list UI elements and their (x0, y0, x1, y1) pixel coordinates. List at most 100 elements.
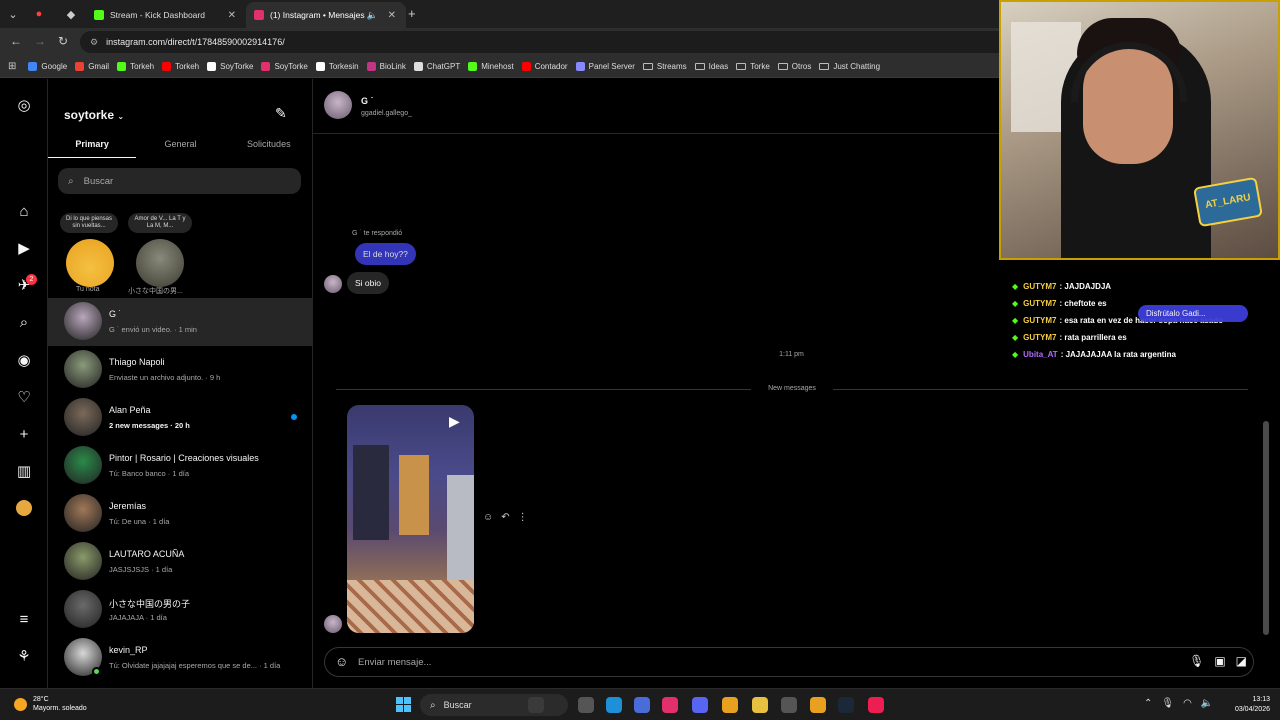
tab-search-icon[interactable]: ⌄ (4, 5, 22, 23)
bookmark-item[interactable]: Torkeh (162, 62, 199, 71)
tab-kick-dashboard[interactable]: Stream - Kick Dashboard ✕ (86, 2, 246, 28)
bookmark-item[interactable]: Minehost (468, 62, 514, 71)
menu-icon[interactable]: ≡ (14, 609, 34, 629)
received-message[interactable]: Si obio (347, 272, 389, 294)
compose-icon[interactable]: ✎ (275, 105, 287, 122)
react-icon[interactable]: ☺ (483, 512, 493, 523)
conversation-name: Thiago Napoli (109, 357, 165, 367)
search-icon[interactable]: ⌕ (14, 312, 34, 332)
store-icon[interactable] (634, 697, 650, 713)
sticker-icon[interactable]: ◪ (1236, 654, 1247, 668)
tab-instagram[interactable]: (1) Instagram • Mensajes 🔈 ✕ (246, 2, 406, 28)
emoji-icon[interactable]: ☺ (335, 654, 348, 669)
wifi-icon[interactable]: ◠ (1183, 698, 1192, 709)
address-bar[interactable]: ⚙ instagram.com/direct/t/178485900029141… (80, 31, 1020, 53)
reload-icon[interactable]: ↻ (58, 34, 68, 48)
clock[interactable]: 13:13 03/04/2026 (1226, 695, 1270, 715)
create-icon[interactable]: + (14, 424, 34, 444)
conversation-item[interactable]: Jeremías Tú: De una · 1 día (48, 490, 312, 538)
scrollbar[interactable] (1263, 421, 1269, 635)
reply-icon[interactable]: ↶ (501, 512, 509, 523)
extension-icon[interactable]: ◆ (62, 5, 80, 23)
kick-favicon-icon (94, 10, 104, 20)
instagram-icon[interactable] (662, 697, 678, 713)
explore-icon[interactable]: ◉ (14, 350, 34, 370)
video-message[interactable]: ▶ (347, 405, 474, 633)
image-icon[interactable]: ▣ (1214, 654, 1225, 668)
tab-primary[interactable]: Primary (48, 136, 137, 158)
tiktok-icon[interactable] (868, 697, 884, 713)
conversation-item[interactable]: kevin_RP Tú: Olvidate jajajajaj esperemos… (48, 634, 312, 682)
conversation-item[interactable]: Pintor | Rosario | Creaciones visuales Tú… (48, 442, 312, 490)
heart-icon[interactable]: ♡ (14, 387, 34, 407)
search-input[interactable]: ⌕ Buscar (58, 168, 301, 194)
bookmark-item[interactable]: Otros (777, 62, 811, 71)
bookmark-item[interactable]: Just Chatting (819, 62, 880, 71)
start-button[interactable] (396, 697, 411, 712)
threads-icon[interactable]: ⚘ (14, 646, 34, 666)
speaker-icon[interactable]: 🔈 (367, 10, 378, 21)
file-explorer-icon[interactable] (528, 697, 544, 713)
home-icon[interactable]: ⌂ (14, 201, 34, 221)
apps-grid-icon[interactable]: ⊞ (8, 61, 16, 72)
chevron-up-icon[interactable]: ⌃ (1144, 698, 1152, 709)
instagram-logo-icon[interactable]: ◎ (14, 95, 34, 115)
bookmark-label: Minehost (481, 62, 514, 71)
site-info-icon[interactable]: ⚙ (90, 37, 98, 48)
bookmark-item[interactable]: Torke (736, 62, 770, 71)
chrome-icon[interactable] (722, 697, 738, 713)
conversation-name: 小さな中国の男の子 (109, 599, 191, 609)
bookmark-item[interactable]: BioLink (366, 62, 406, 71)
bookmark-item[interactable]: SoyTorke (207, 62, 253, 71)
conversation-item[interactable]: Alan Peña 2 new messages · 20 h (48, 394, 312, 442)
sent-message[interactable]: El de hoy?? (355, 243, 416, 265)
bookmark-item[interactable]: Gmail (75, 62, 109, 71)
bookmark-item[interactable]: Torkeh (117, 62, 154, 71)
bookmark-item[interactable]: Panel Server (575, 62, 635, 71)
dashboard-icon[interactable]: ▥ (14, 461, 34, 481)
conversation-item[interactable]: Thiago Napoli Enviaste un archivo adjunto… (48, 346, 312, 394)
bookmark-item[interactable]: SoyTorke (261, 62, 308, 71)
profile-avatar-icon[interactable] (14, 498, 34, 518)
microphone-icon[interactable]: 🎙 (1189, 654, 1204, 668)
reels-icon[interactable]: ▶ (14, 238, 34, 258)
nav-rail: ◎ ⌂ ▶ ✈ 2 ⌕ ◉ ♡ + ▥ ≡ ⚘ (0, 79, 48, 688)
obs-icon[interactable] (781, 697, 797, 713)
task-view-icon[interactable] (578, 697, 594, 713)
bookmark-item[interactable]: Streams (642, 62, 687, 71)
conversation-item[interactable]: LAUTARO ACUÑA JASJSJSJS · 1 día (48, 538, 312, 586)
bookmark-item[interactable]: Torkesin (315, 62, 359, 71)
steam-icon[interactable] (838, 697, 854, 713)
bookmark-item[interactable]: ChatGPT (413, 62, 460, 71)
chrome-active-icon[interactable] (810, 697, 826, 713)
close-icon[interactable]: ✕ (228, 10, 236, 21)
opera-icon[interactable]: ● (30, 5, 48, 23)
bookmark-item[interactable]: Ideas (694, 62, 728, 71)
volume-icon[interactable]: 🔈 (1201, 698, 1213, 709)
conversation-item[interactable]: 小さな中国の男の子 JAJAJAJA · 1 día (48, 586, 312, 634)
conversation-name: Pintor | Rosario | Creaciones visuales (109, 453, 259, 463)
tab-general[interactable]: General (136, 136, 224, 158)
discord-icon[interactable] (692, 697, 708, 713)
chat-handle: ggadiel.gallego_ (361, 110, 412, 117)
bookmark-favicon-icon (28, 62, 38, 71)
play-icon[interactable]: ▶ (449, 413, 460, 430)
message-input[interactable]: ☺ Enviar mensaje... 🎙 ▣ ◪ (324, 647, 1254, 677)
weather-widget[interactable]: 28°C Mayorm. soleado (14, 695, 87, 713)
clock-time: 13:13 (1252, 696, 1270, 703)
tab-requests[interactable]: Solicitudes (225, 136, 312, 158)
edge-icon[interactable] (606, 697, 622, 713)
forward-icon[interactable]: → (34, 34, 46, 48)
conversation-item[interactable]: G ˙ G ˙ envió un video. · 1 min (48, 298, 312, 346)
back-icon[interactable]: ← (10, 34, 22, 48)
taskbar-search[interactable]: ⌕ Buscar (420, 694, 568, 716)
account-switcher[interactable]: soytorke ⌄ (64, 108, 124, 122)
more-icon[interactable]: ⋮ (518, 512, 528, 523)
bookmark-item[interactable]: Contador (521, 62, 568, 71)
new-tab-button[interactable]: + (408, 6, 416, 21)
microphone-icon[interactable]: 🎙 (1161, 698, 1174, 709)
folder-icon[interactable] (752, 697, 768, 713)
bookmark-item[interactable]: Google (28, 62, 67, 71)
close-icon[interactable]: ✕ (388, 10, 396, 21)
instagram-favicon-icon (254, 10, 264, 20)
